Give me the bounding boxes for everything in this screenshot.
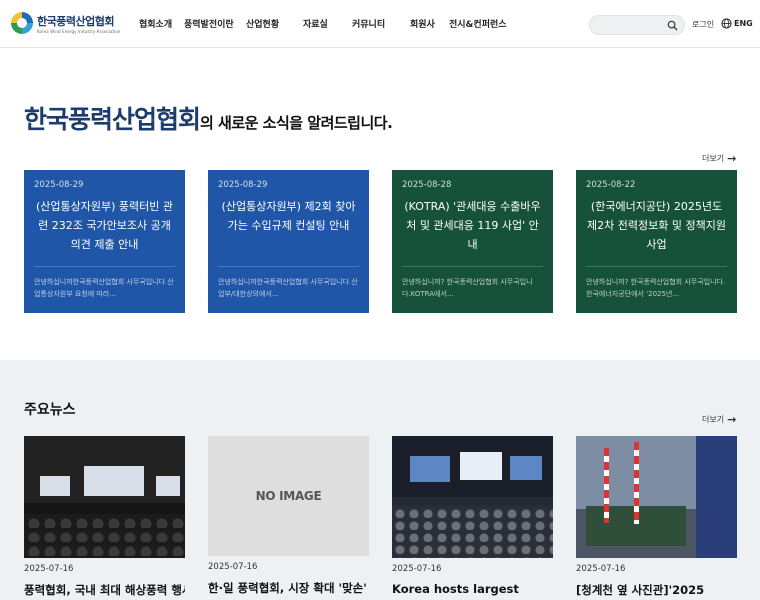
- card-divider: [586, 266, 727, 267]
- more-label: 더보기: [702, 415, 725, 424]
- notice-card[interactable]: 2025-08-28 (KOTRA) '관세대응 수출바우처 및 관세대응 11…: [392, 170, 553, 313]
- arrow-right-icon: →: [727, 152, 737, 165]
- notice-title: (한국에너지공단) 2025년도 제2차 전력정보화 및 정책지원사업: [587, 200, 726, 251]
- news-thumbnail[interactable]: [392, 436, 553, 558]
- notice-card[interactable]: 2025-08-29 (산업통상자원부) 풍력터빈 관련 232조 국가안보조사…: [24, 170, 185, 313]
- notice-date: 2025-08-28: [402, 180, 452, 190]
- site-header: 한국풍력산업협회 Korea Wind Energy Industry Asso…: [0, 0, 760, 48]
- notice-desc: 안녕하십니까한국풍력산업협회 사무국입니다.산업부/대한상의에서...: [218, 278, 358, 298]
- nav-item-members[interactable]: 회원사: [410, 17, 435, 30]
- nav-item-exhibition[interactable]: 전시&컨퍼런스: [449, 17, 507, 30]
- card-divider: [34, 266, 175, 267]
- news-more-link[interactable]: 더보기 →: [702, 413, 736, 426]
- news-date: 2025-07-16: [576, 564, 626, 574]
- news-date: 2025-07-16: [208, 562, 258, 572]
- login-link[interactable]: 로그인: [692, 19, 714, 30]
- news-thumbnail[interactable]: [24, 436, 185, 558]
- news-date: 2025-07-16: [24, 564, 74, 574]
- notice-date: 2025-08-29: [218, 180, 268, 190]
- more-label: 더보기: [702, 154, 725, 163]
- nav-item-community[interactable]: 커뮤니티: [352, 17, 385, 30]
- notice-title: (산업통상자원부) 풍력터빈 관련 232조 국가안보조사 공개의견 제출 안내: [35, 200, 173, 251]
- notice-card[interactable]: 2025-08-22 (한국에너지공단) 2025년도 제2차 전력정보화 및 …: [576, 170, 737, 313]
- card-divider: [218, 266, 359, 267]
- notice-date: 2025-08-29: [34, 180, 84, 190]
- notice-desc: 안녕하십니까? 한국풍력산업협회 사무국입니다.KOTRA에서...: [402, 278, 533, 298]
- globe-icon: [721, 18, 732, 29]
- nav-item-archive[interactable]: 자료실: [303, 17, 328, 30]
- news-title: [청계천 옆 사진관]'2025: [576, 583, 705, 597]
- news-title: 풍력협회, 국내 최대 해상풍력 행사: [24, 583, 185, 597]
- notice-card[interactable]: 2025-08-29 (산업통상자원부) 제2회 찾아가는 수입규제 컨설팅 안…: [208, 170, 369, 313]
- news-title: Korea hosts largest: [392, 582, 519, 596]
- news-thumbnail[interactable]: NO IMAGE: [208, 436, 369, 556]
- notice-desc: 안녕하십니까? 한국풍력산업협회 사무국입니다.한국에너지공단에서 '2025년…: [586, 278, 726, 298]
- news-item[interactable]: 2025-07-16 [청계천 옆 사진관]'2025: [576, 436, 737, 598]
- notice-title: (KOTRA) '관세대응 수출바우처 및 관세대응 119 사업' 안내: [404, 200, 541, 251]
- news-thumbnail[interactable]: [576, 436, 737, 558]
- notice-date: 2025-08-22: [586, 180, 636, 190]
- news-item[interactable]: NO IMAGE 2025-07-16 한·일 풍력협회, 시장 확대 '맞손': [208, 436, 369, 596]
- news-section-title: 주요뉴스: [24, 402, 76, 418]
- notice-desc: 안녕하십니까한국풍력산업협회 사무국입니다.산업통상자원부 요청에 따라...: [34, 278, 174, 298]
- nav-item-wind-power[interactable]: 풍력발전이란: [184, 17, 234, 30]
- headline-rest: 의 새로운 소식을 알려드립니다.: [200, 114, 393, 132]
- language-switch[interactable]: ENG: [721, 18, 753, 29]
- language-label: ENG: [734, 19, 753, 28]
- nav-item-industry[interactable]: 산업현황: [246, 17, 279, 30]
- search-box: [589, 15, 685, 35]
- news-title: 한·일 풍력협회, 시장 확대 '맞손': [208, 581, 367, 595]
- search-icon[interactable]: [667, 20, 678, 31]
- arrow-right-icon: →: [727, 413, 737, 426]
- notice-more-link[interactable]: 더보기 →: [702, 152, 736, 165]
- card-divider: [402, 266, 543, 267]
- news-date: 2025-07-16: [392, 564, 442, 574]
- notice-title: (산업통상자원부) 제2회 찾아가는 수입규제 컨설팅 안내: [221, 200, 356, 232]
- news-item[interactable]: 2025-07-16 풍력협회, 국내 최대 해상풍력 행사: [24, 436, 185, 598]
- search-input[interactable]: [598, 19, 664, 32]
- nav-item-about[interactable]: 협회소개: [139, 17, 172, 30]
- notice-headline: 한국풍력산업협회의 새로운 소식을 알려드립니다.: [24, 100, 393, 136]
- news-item[interactable]: 2025-07-16 Korea hosts largest: [392, 436, 553, 596]
- no-image-label: NO IMAGE: [255, 489, 322, 503]
- headline-strong: 한국풍력산업협회: [24, 105, 201, 134]
